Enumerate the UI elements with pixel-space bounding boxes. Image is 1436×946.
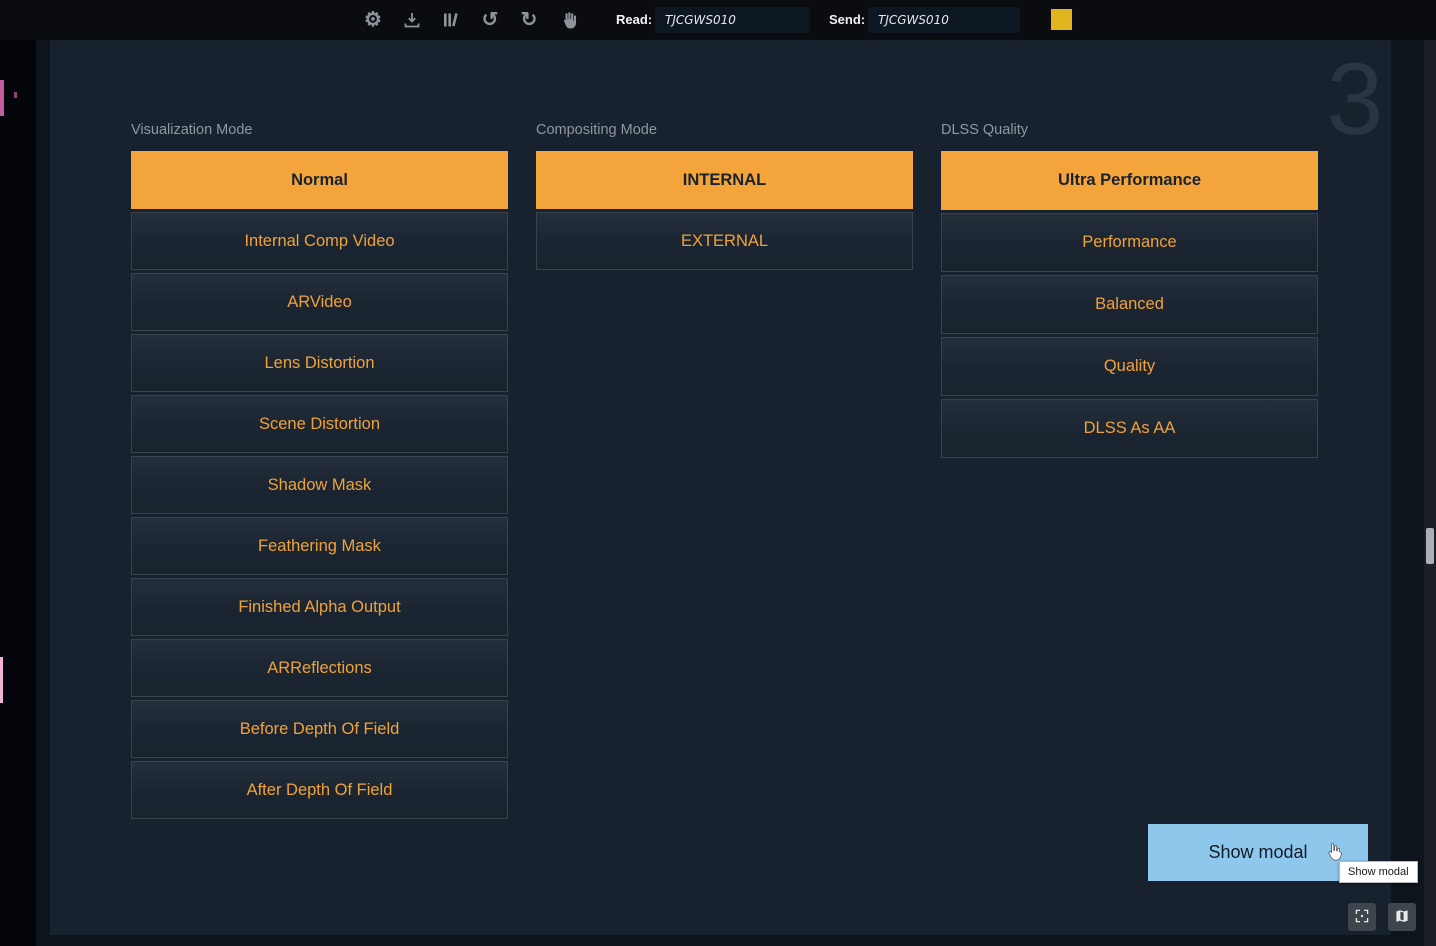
viz-shadow-mask-button[interactable]: Shadow Mask [131, 456, 508, 514]
compositing-mode-group: INTERNAL EXTERNAL [536, 151, 913, 273]
video-artifact [0, 80, 4, 116]
viz-before-depth-of-field-button[interactable]: Before Depth Of Field [131, 700, 508, 758]
viz-scene-distortion-button[interactable]: Scene Distortion [131, 395, 508, 453]
dlss-performance-button[interactable]: Performance [941, 213, 1318, 272]
viz-after-depth-of-field-button[interactable]: After Depth Of Field [131, 761, 508, 819]
viz-lens-distortion-button[interactable]: Lens Distortion [131, 334, 508, 392]
dlss-quality-label: DLSS Quality [941, 122, 1318, 138]
left-edge-strip [0, 40, 36, 946]
send-label: Send: [829, 12, 865, 27]
dlss-quality-button[interactable]: Quality [941, 337, 1318, 396]
viz-internal-comp-video-button[interactable]: Internal Comp Video [131, 212, 508, 270]
map-button[interactable] [1388, 903, 1416, 931]
compositing-mode-label: Compositing Mode [536, 122, 913, 138]
visualization-mode-label: Visualization Mode [131, 122, 508, 138]
dlss-quality-group: Ultra Performance Performance Balanced Q… [941, 151, 1318, 461]
viz-normal-button[interactable]: Normal [131, 151, 508, 209]
viz-finished-alpha-output-button[interactable]: Finished Alpha Output [131, 578, 508, 636]
gear-icon[interactable]: ⚙ [362, 9, 384, 31]
map-icon [1394, 908, 1410, 927]
history-icon[interactable]: ↺ [479, 9, 501, 31]
scrollbar-thumb[interactable] [1426, 528, 1434, 564]
visualization-mode-group: Normal Internal Comp Video ARVideo Lens … [131, 151, 508, 822]
dlss-ultra-performance-button[interactable]: Ultra Performance [941, 151, 1318, 210]
app-window: ⚙ ↺ ↻ Read: Send: [0, 0, 1436, 946]
show-modal-button[interactable]: Show modal [1148, 824, 1368, 881]
viz-arreflections-button[interactable]: ARReflections [131, 639, 508, 697]
hand-icon[interactable] [557, 9, 579, 31]
library-icon[interactable] [440, 9, 462, 31]
dlss-as-aa-button[interactable]: DLSS As AA [941, 399, 1318, 458]
comp-external-button[interactable]: EXTERNAL [536, 212, 913, 270]
video-artifact [14, 92, 17, 98]
send-input[interactable] [868, 7, 1020, 33]
fullscreen-icon [1354, 908, 1370, 927]
toolbar: ⚙ ↺ ↻ [362, 0, 579, 40]
fullscreen-button[interactable] [1348, 903, 1376, 931]
download-icon[interactable] [401, 9, 423, 31]
video-artifact [0, 657, 3, 703]
read-label: Read: [616, 12, 652, 27]
topbar: ⚙ ↺ ↻ Read: Send: [0, 0, 1436, 40]
tooltip: Show modal [1339, 861, 1418, 883]
viz-feathering-mask-button[interactable]: Feathering Mask [131, 517, 508, 575]
dlss-balanced-button[interactable]: Balanced [941, 275, 1318, 334]
scrollbar[interactable] [1424, 40, 1436, 946]
status-indicator [1051, 9, 1072, 30]
viz-arvideo-button[interactable]: ARVideo [131, 273, 508, 331]
read-input[interactable] [655, 7, 810, 33]
refresh-icon[interactable]: ↻ [518, 9, 540, 31]
comp-internal-button[interactable]: INTERNAL [536, 151, 913, 209]
